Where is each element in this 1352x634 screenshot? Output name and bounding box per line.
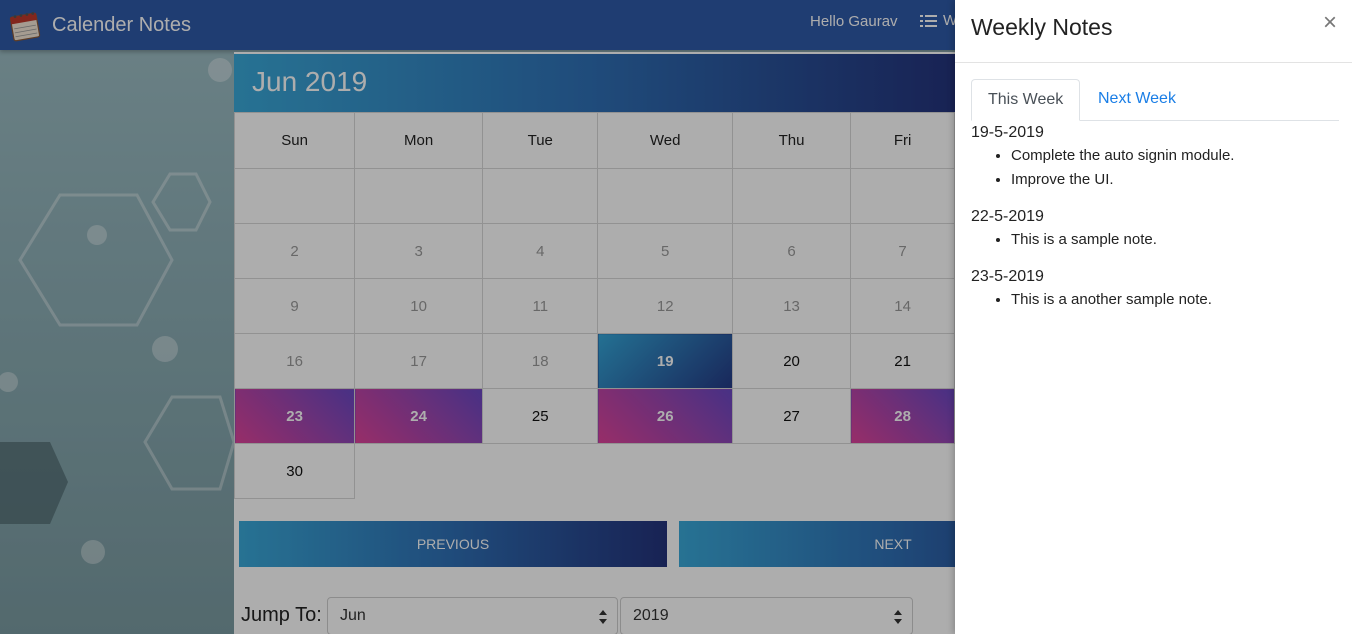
tab-this-week[interactable]: This Week	[971, 79, 1081, 121]
note-item: Complete the auto signin module.	[1011, 144, 1339, 168]
note-item: This is a sample note.	[1011, 228, 1339, 252]
note-date: 19-5-2019	[971, 124, 1044, 141]
panel-title: Weekly Notes	[971, 14, 1113, 40]
note-items: This is a sample note.	[971, 228, 1339, 252]
close-icon[interactable]: ×	[1323, 11, 1337, 35]
note-item: This is a another sample note.	[1011, 288, 1339, 312]
notes-tabs: This Week Next Week	[971, 79, 1339, 121]
weekly-notes-panel: Weekly Notes × This Week Next Week 19-5-…	[955, 0, 1352, 634]
note-items: This is a another sample note.	[971, 288, 1339, 312]
note-item: Improve the UI.	[1011, 168, 1339, 192]
panel-divider	[955, 62, 1352, 63]
notes-list: 19-5-2019 Complete the auto signin modul…	[971, 122, 1339, 326]
note-date: 23-5-2019	[971, 268, 1044, 285]
note-date: 22-5-2019	[971, 208, 1044, 225]
note-items: Complete the auto signin module. Improve…	[971, 144, 1339, 192]
tab-next-week[interactable]: Next Week	[1082, 79, 1192, 121]
